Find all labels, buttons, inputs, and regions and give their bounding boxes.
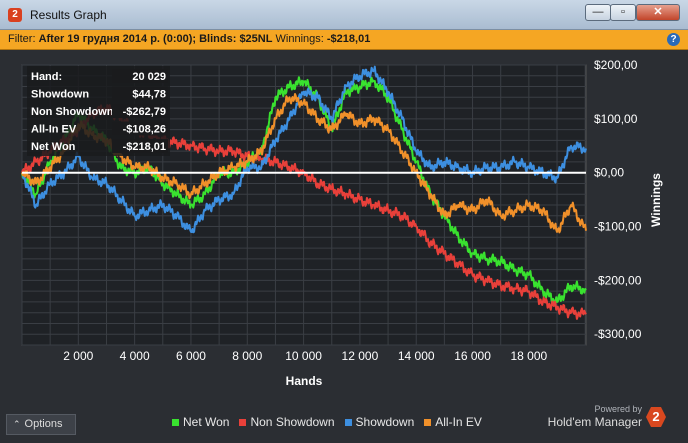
legend-item[interactable]: Showdown xyxy=(344,415,415,429)
options-label: Options xyxy=(24,418,63,430)
stat-label: Non Showdown xyxy=(31,106,114,118)
powered-by-text: Powered by xyxy=(594,404,642,414)
stats-box: Hand: 20 029 Showdown $44,78 Non Showdown -$2… xyxy=(27,66,170,156)
maximize-icon: ▫ xyxy=(621,6,625,18)
x-tick-label: 4 000 xyxy=(120,349,150,363)
brand-logo-icon: 2 xyxy=(646,407,666,427)
y-tick-label: -$300,00 xyxy=(594,327,642,341)
y-tick-label: $0,00 xyxy=(594,166,624,180)
close-button[interactable]: ✕ xyxy=(636,4,680,21)
legend-label: All-In EV xyxy=(435,415,482,429)
stat-label: Showdown xyxy=(31,89,89,101)
window-title: Results Graph xyxy=(30,8,107,22)
app-logo-icon: 2 xyxy=(8,8,22,22)
stat-value: 20 029 xyxy=(132,71,166,83)
y-tick-label: -$200,00 xyxy=(594,273,642,287)
y-tick-label: $100,00 xyxy=(594,112,638,126)
options-button[interactable]: ⌃ Options xyxy=(6,414,76,435)
x-axis-label: Hands xyxy=(286,374,323,388)
legend-item[interactable]: All-In EV xyxy=(424,415,482,429)
results-chart: 2 000 4 000 6 000 8 000 10 000 12 000 14 000 16… xyxy=(21,58,663,388)
stat-value: -$108,26 xyxy=(123,124,166,136)
filter-date: After 19 грудня 2014 р. (0:00); xyxy=(38,33,197,45)
x-tick-label: 14 000 xyxy=(398,349,435,363)
filter-label: Filter: xyxy=(8,33,36,45)
legend-label: Non Showdown xyxy=(250,415,335,429)
filter-blinds: Blinds: $25NL xyxy=(199,33,273,45)
stat-value: -$262,79 xyxy=(123,106,166,118)
stat-value: -$218,01 xyxy=(123,141,166,153)
filter-winnings-value: -$218,01 xyxy=(326,33,371,45)
help-icon[interactable]: ? xyxy=(667,33,680,46)
close-icon: ✕ xyxy=(653,6,663,18)
maximize-button[interactable]: ▫ xyxy=(610,4,636,21)
y-tick-label: -$100,00 xyxy=(594,220,642,234)
title-bar: 2 Results Graph — ▫ ✕ xyxy=(0,0,688,30)
x-tick-label: 6 000 xyxy=(176,349,206,363)
x-axis-ticks: 2 000 4 000 6 000 8 000 10 000 12 000 14 000 16… xyxy=(63,349,547,363)
legend-swatch xyxy=(172,419,179,426)
legend: Net Won Non Showdown Showdown All-In EV xyxy=(172,415,492,429)
stat-value: $44,78 xyxy=(132,89,166,101)
brand: Powered by Hold'em Manager xyxy=(548,404,642,429)
legend-item[interactable]: Non Showdown xyxy=(239,415,335,429)
x-tick-label: 18 000 xyxy=(511,349,548,363)
legend-swatch xyxy=(239,419,247,426)
brand-name: Hold'em Manager xyxy=(547,415,642,429)
x-tick-label: 2 000 xyxy=(63,349,93,363)
stat-label: All-In EV xyxy=(31,124,77,136)
x-tick-label: 12 000 xyxy=(342,349,379,363)
legend-item[interactable]: Net Won xyxy=(172,415,229,429)
y-axis-label: Winnings xyxy=(649,173,663,227)
minimize-button[interactable]: — xyxy=(585,4,611,21)
x-tick-label: 10 000 xyxy=(285,349,322,363)
legend-swatch xyxy=(424,419,432,426)
x-tick-label: 8 000 xyxy=(232,349,262,363)
legend-label: Net Won xyxy=(183,415,230,429)
filter-winnings-label: Winnings: xyxy=(275,33,324,45)
chevron-up-icon: ⌃ xyxy=(13,419,21,429)
stat-label: Hand: xyxy=(31,71,62,83)
y-axis-ticks: $200,00 $100,00 $0,00 -$100,00 -$200,00 -$300… xyxy=(594,58,642,341)
x-tick-label: 16 000 xyxy=(454,349,491,363)
y-tick-label: $200,00 xyxy=(594,58,638,72)
filter-bar: Filter: After 19 грудня 2014 р. (0:00); … xyxy=(0,30,688,50)
legend-label: Showdown xyxy=(355,415,415,429)
minimize-icon: — xyxy=(592,6,604,18)
legend-swatch xyxy=(344,419,352,426)
stat-label: Net Won xyxy=(31,141,76,153)
